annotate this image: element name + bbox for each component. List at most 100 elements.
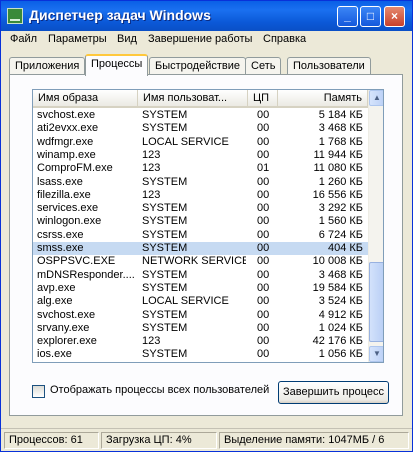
process-image-name: alg.exe — [37, 295, 73, 308]
scroll-thumb[interactable] — [369, 262, 383, 342]
process-image-name: svchost.exe — [37, 109, 96, 121]
process-memory: 11 944 КБ — [313, 148, 363, 161]
process-user-name: 123 — [142, 148, 161, 161]
process-cpu: 00 — [257, 321, 270, 334]
process-memory: 1 056 КБ — [318, 348, 363, 361]
process-memory: 1 768 КБ — [318, 135, 363, 148]
process-user-name: SYSTEM — [142, 321, 188, 334]
table-row[interactable]: ati2evxx.exe SYSTEM 00 3 468 КБ — [33, 122, 368, 135]
vertical-scrollbar[interactable]: ▲ ▼ — [368, 90, 383, 362]
process-user-name: SYSTEM — [142, 175, 188, 188]
process-image-name: mDNSResponder.... — [37, 268, 135, 281]
table-row[interactable]: winlogon.exe SYSTEM 00 1 560 КБ — [33, 215, 368, 228]
show-all-processes-label[interactable]: Отображать процессы всех пользователей — [50, 384, 269, 396]
status-cpu-usage: Загрузка ЦП: 4% — [101, 432, 217, 449]
table-row[interactable]: lsass.exe SYSTEM 00 1 260 КБ — [33, 176, 368, 189]
process-image-name: csrss.exe — [37, 228, 84, 241]
minimize-button[interactable]: _ — [337, 6, 358, 27]
process-user-name: SYSTEM — [142, 242, 188, 254]
column-cpu[interactable]: ЦП — [248, 90, 278, 107]
title-bar[interactable]: Диспетчер задач Windows _ □ × — [1, 1, 412, 31]
process-image-name: ati2evxx.exe — [37, 122, 99, 135]
table-row[interactable]: explorer.exe 123 00 42 176 КБ — [33, 335, 368, 348]
process-list[interactable]: Имя образа Имя пользоват... ЦП Память sv… — [32, 89, 384, 363]
process-cpu: 00 — [257, 255, 270, 268]
process-memory: 42 176 КБ — [312, 335, 363, 348]
process-memory: 1 560 КБ — [318, 215, 363, 228]
process-cpu: 00 — [257, 242, 270, 254]
table-row[interactable]: ComproFM.exe 123 01 11 080 КБ — [33, 162, 368, 175]
window-title: Диспетчер задач Windows — [29, 7, 211, 23]
process-user-name: 123 — [142, 162, 161, 175]
process-image-name: ios.exe — [37, 348, 72, 361]
process-user-name: SYSTEM — [142, 202, 188, 215]
table-row[interactable]: ios.exe SYSTEM 00 1 056 КБ — [33, 348, 368, 361]
process-image-name: explorer.exe — [37, 335, 97, 348]
show-all-processes-checkbox[interactable] — [32, 385, 45, 398]
process-user-name: 123 — [142, 188, 161, 201]
menu-file[interactable]: Файл — [10, 33, 37, 45]
process-memory: 3 468 КБ — [318, 268, 363, 281]
process-image-name: services.exe — [37, 202, 99, 215]
table-row[interactable]: smss.exe SYSTEM 00 404 КБ — [33, 242, 368, 255]
table-row[interactable]: services.exe SYSTEM 00 3 292 КБ — [33, 202, 368, 215]
menu-view[interactable]: Вид — [117, 33, 137, 45]
column-image-name[interactable]: Имя образа — [33, 90, 138, 107]
process-cpu: 00 — [257, 228, 270, 241]
tab-processes[interactable]: Процессы — [85, 54, 149, 76]
tab-users[interactable]: Пользователи — [287, 57, 371, 75]
task-manager-window: Диспетчер задач Windows _ □ × Файл Парам… — [0, 0, 413, 452]
process-memory: 4 912 КБ — [318, 308, 363, 321]
process-memory: 6 724 КБ — [318, 228, 363, 241]
table-row[interactable]: srvany.exe SYSTEM 00 1 024 КБ — [33, 322, 368, 335]
menu-options[interactable]: Параметры — [48, 33, 107, 45]
process-memory: 3 524 КБ — [318, 295, 363, 308]
table-row[interactable]: csrss.exe SYSTEM 00 6 724 КБ — [33, 229, 368, 242]
scroll-down-icon[interactable]: ▼ — [369, 346, 383, 362]
process-image-name: lsass.exe — [37, 175, 83, 188]
table-row[interactable]: avp.exe SYSTEM 00 19 584 КБ — [33, 282, 368, 295]
table-row[interactable]: svchost.exe SYSTEM 00 4 912 КБ — [33, 309, 368, 322]
process-cpu: 00 — [257, 188, 270, 201]
table-row[interactable]: winamp.exe 123 00 11 944 КБ — [33, 149, 368, 162]
process-cpu: 00 — [257, 109, 270, 121]
tab-performance[interactable]: Быстродействие — [149, 57, 246, 75]
status-bar: Процессов: 61 Загрузка ЦП: 4% Выделение … — [1, 428, 412, 451]
process-user-name: SYSTEM — [142, 109, 188, 121]
process-cpu: 00 — [257, 202, 270, 215]
table-row[interactable]: mDNSResponder.... SYSTEM 00 3 468 КБ — [33, 269, 368, 282]
table-row[interactable]: svchost.exe SYSTEM 00 5 184 КБ — [33, 109, 368, 122]
column-user-name[interactable]: Имя пользоват... — [138, 90, 248, 107]
process-image-name: OSPPSVC.EXE — [37, 255, 116, 268]
status-memory-usage: Выделение памяти: 1047МБ / 6 — [219, 432, 409, 449]
table-row[interactable]: alg.exe LOCAL SERVICE 00 3 524 КБ — [33, 295, 368, 308]
column-memory[interactable]: Память — [278, 90, 368, 107]
menu-help[interactable]: Справка — [263, 33, 306, 45]
process-cpu: 00 — [257, 215, 270, 228]
end-process-button[interactable]: Завершить процесс — [278, 381, 389, 404]
process-user-name: SYSTEM — [142, 308, 188, 321]
process-cpu: 00 — [257, 281, 270, 294]
list-header: Имя образа Имя пользоват... ЦП Память — [33, 90, 368, 108]
process-cpu: 01 — [257, 162, 270, 175]
table-row[interactable]: wdfmgr.exe LOCAL SERVICE 00 1 768 КБ — [33, 136, 368, 149]
process-memory: 3 468 КБ — [318, 122, 363, 135]
scroll-up-icon[interactable]: ▲ — [369, 90, 383, 106]
process-memory: 1 024 КБ — [318, 321, 363, 334]
process-user-name: SYSTEM — [142, 281, 188, 294]
process-image-name: ComproFM.exe — [37, 162, 113, 175]
process-user-name: SYSTEM — [142, 228, 188, 241]
tab-applications[interactable]: Приложения — [9, 57, 86, 75]
process-cpu: 00 — [257, 135, 270, 148]
process-user-name: SYSTEM — [142, 268, 188, 281]
process-cpu: 00 — [257, 268, 270, 281]
maximize-button[interactable]: □ — [360, 6, 381, 27]
process-memory: 19 584 КБ — [312, 281, 363, 294]
table-row[interactable]: filezilla.exe 123 00 16 556 КБ — [33, 189, 368, 202]
close-button[interactable]: × — [384, 6, 405, 27]
table-row[interactable]: OSPPSVC.EXE NETWORK SERVICE 00 10 008 КБ — [33, 255, 368, 268]
menu-shutdown[interactable]: Завершение работы — [148, 33, 252, 45]
processes-panel: Имя образа Имя пользоват... ЦП Память sv… — [9, 74, 403, 416]
process-user-name: LOCAL SERVICE — [142, 135, 229, 148]
tab-network[interactable]: Сеть — [245, 57, 282, 75]
